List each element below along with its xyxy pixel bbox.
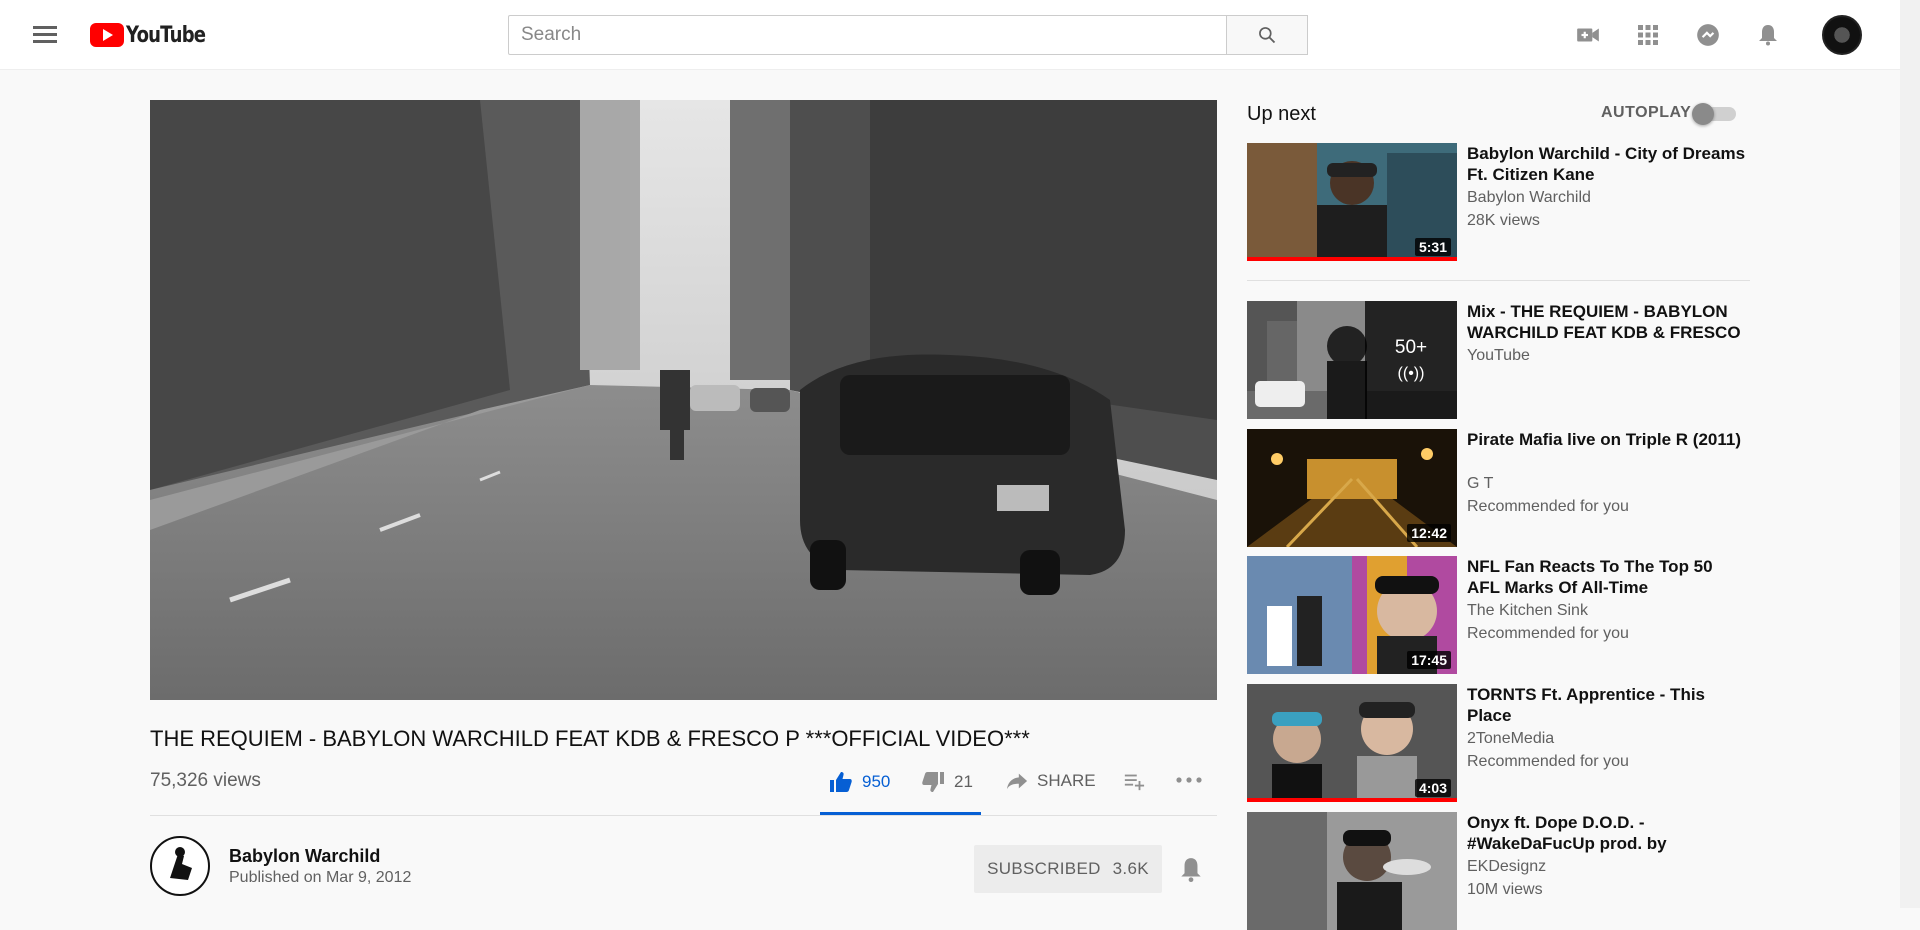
recommendation-title: TORNTS Ft. Apprentice - This Place — [1467, 685, 1706, 725]
notification-bell-icon[interactable] — [1178, 856, 1204, 883]
recommendation-item[interactable]: 4:03 TORNTS Ft. Apprentice - This Place … — [1247, 684, 1757, 802]
recommendation-title: NFL Fan Reacts To The Top 50 AFL Marks O… — [1467, 557, 1713, 597]
thumbs-down-icon — [922, 772, 944, 792]
view-count: 75,326 views — [150, 770, 261, 791]
menu-icon[interactable] — [30, 22, 60, 48]
autoplay-toggle[interactable] — [1692, 103, 1738, 125]
watched-progress-bar — [1247, 798, 1457, 802]
autoplay-label: AUTOPLAY — [1601, 104, 1692, 121]
like-count: 950 — [862, 772, 891, 791]
video-title: THE REQUIEM - BABYLON WARCHILD FEAT KDB … — [150, 726, 1030, 751]
youtube-logo-icon — [90, 23, 124, 47]
recommendation-title: Babylon Warchild - City of Dreams Ft. Ci… — [1467, 144, 1746, 184]
search-button[interactable] — [1226, 15, 1308, 55]
dislike-count: 21 — [954, 772, 973, 791]
channel-avatar[interactable] — [150, 836, 210, 896]
page-scrollbar[interactable] — [1900, 0, 1920, 908]
mix-radio-icon: ((•)) — [1397, 365, 1425, 382]
watched-progress-bar — [1247, 257, 1457, 261]
recommendation-channel: Babylon Warchild — [1467, 189, 1591, 206]
dislike-button[interactable]: 21 — [920, 770, 973, 794]
autoplay-toggle-knob — [1692, 103, 1714, 125]
recommendation-channel: The Kitchen Sink — [1467, 602, 1588, 619]
recommendation-channel: EKDesignz — [1467, 858, 1547, 875]
mix-overlay: 50+ ((•)) — [1365, 301, 1457, 419]
recommendation-meta: Recommended for you — [1467, 498, 1629, 515]
video-player[interactable] — [150, 100, 1217, 700]
playlist-add-icon — [1124, 774, 1145, 791]
sidebar-separator — [1247, 280, 1750, 281]
youtube-logo[interactable]: YouTube — [90, 22, 223, 48]
like-button[interactable]: 950 — [828, 770, 890, 794]
video-thumbnail[interactable]: 12:42 — [1247, 429, 1457, 547]
duration-badge: 12:42 — [1407, 524, 1451, 542]
up-next-heading: Up next — [1247, 103, 1316, 125]
notifications-icon[interactable] — [1754, 21, 1782, 49]
more-actions-button[interactable] — [1175, 774, 1203, 786]
video-thumbnail[interactable] — [1247, 812, 1457, 930]
video-thumbnail[interactable]: 17:45 — [1247, 556, 1457, 674]
recommendation-item[interactable]: 12:42 Pirate Mafia live on Triple R (201… — [1247, 429, 1757, 547]
recommendation-meta: Recommended for you — [1467, 625, 1629, 642]
recommendation-meta: 28K views — [1467, 212, 1540, 229]
duration-badge: 4:03 — [1414, 779, 1451, 797]
share-icon — [1006, 773, 1028, 790]
video-actions: 950 21 SHARE — [820, 762, 1220, 815]
recommendation-channel: G T — [1467, 475, 1494, 492]
duration-badge: 5:31 — [1414, 238, 1451, 256]
recommendation-item[interactable]: Onyx ft. Dope D.O.D. - #WakeDaFucUp prod… — [1247, 812, 1757, 930]
search-input[interactable] — [508, 15, 1226, 55]
recommendation-item[interactable]: 50+ ((•)) Mix - THE REQUIEM - BABYLON WA… — [1247, 301, 1757, 419]
subscribed-button[interactable]: SUBSCRIBED 3.6K — [974, 845, 1162, 893]
apps-icon[interactable] — [1634, 21, 1662, 49]
mix-count: 50+ — [1394, 337, 1428, 358]
recommendation-item[interactable]: 17:45 NFL Fan Reacts To The Top 50 AFL M… — [1247, 556, 1757, 674]
share-button[interactable]: SHARE — [1005, 770, 1096, 792]
subscriber-count: 3.6K — [1112, 859, 1149, 878]
messages-icon[interactable] — [1694, 21, 1722, 49]
create-video-icon[interactable] — [1574, 21, 1602, 49]
publish-date: Published on Mar 9, 2012 — [229, 869, 412, 886]
video-thumbnail[interactable]: 5:31 — [1247, 143, 1457, 261]
recommendation-channel: YouTube — [1467, 347, 1530, 364]
divider — [150, 815, 1217, 816]
video-frame — [150, 100, 1217, 700]
channel-name[interactable]: Babylon Warchild — [229, 846, 380, 867]
recommendation-meta: Recommended for you — [1467, 753, 1629, 770]
thumbs-up-icon — [830, 772, 852, 792]
video-thumbnail[interactable]: 4:03 — [1247, 684, 1457, 802]
recommendation-title: Mix - THE REQUIEM - BABYLON WARCHILD FEA… — [1467, 302, 1741, 342]
account-avatar[interactable] — [1822, 15, 1862, 55]
recommendation-channel: 2ToneMedia — [1467, 730, 1555, 747]
share-label: SHARE — [1037, 771, 1096, 790]
subscribe-label: SUBSCRIBED — [987, 859, 1101, 878]
duration-badge: 17:45 — [1407, 651, 1451, 669]
search-icon — [1259, 27, 1276, 44]
save-to-playlist-button[interactable] — [1122, 770, 1146, 792]
more-horizontal-icon — [1176, 777, 1202, 783]
masthead: YouTube — [0, 0, 1900, 70]
recommendation-item[interactable]: 5:31 Babylon Warchild - City of Dreams F… — [1247, 143, 1757, 261]
recommendation-meta: 10M views — [1467, 881, 1543, 898]
recommendation-title: Onyx ft. Dope D.O.D. - #WakeDaFucUp prod… — [1467, 813, 1667, 853]
video-thumbnail[interactable]: 50+ ((•)) — [1247, 301, 1457, 419]
recommendation-title: Pirate Mafia live on Triple R (2011) — [1467, 430, 1741, 449]
